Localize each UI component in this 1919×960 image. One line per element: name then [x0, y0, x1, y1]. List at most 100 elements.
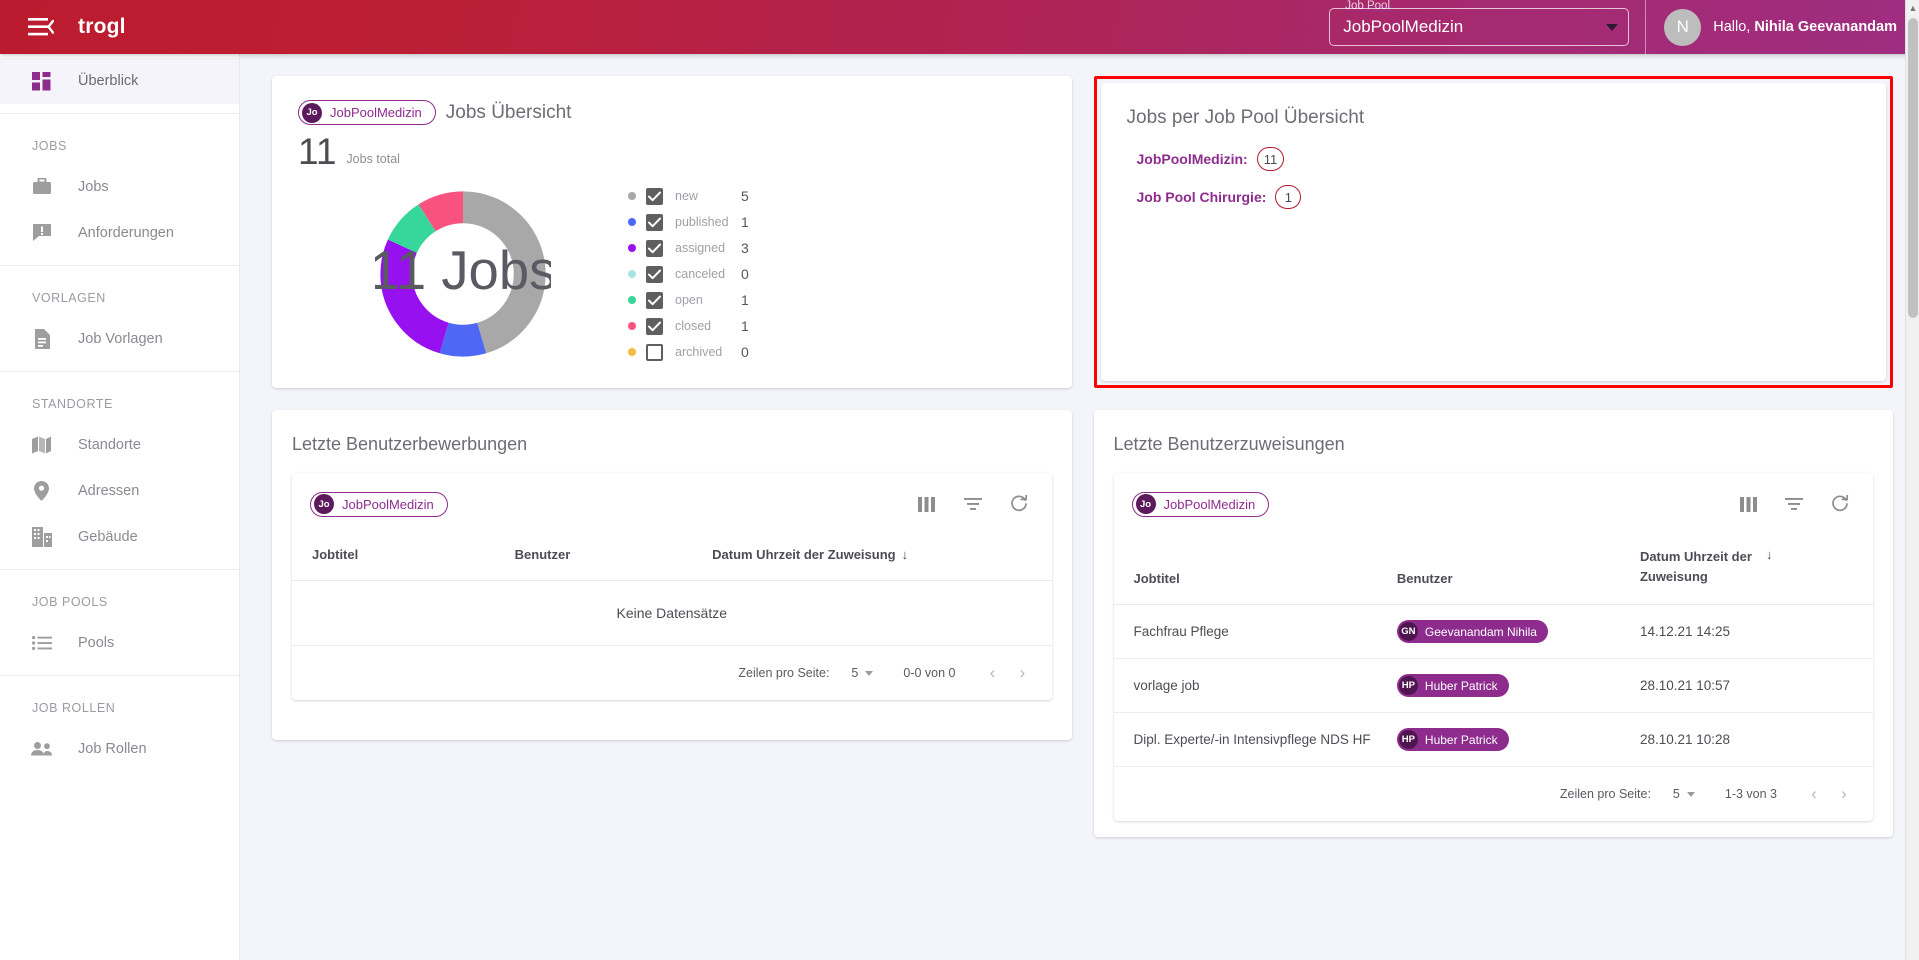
columns-icon[interactable] — [1731, 487, 1765, 521]
chip-avatar: HP — [1398, 730, 1418, 749]
jobs-total-label: Jobs total — [346, 152, 400, 166]
legend-checkbox[interactable] — [646, 265, 663, 283]
table-row[interactable]: Fachfrau Pflege GN Geevanandam Nihila 14.12… — [1113, 604, 1873, 659]
job-pool-chip[interactable]: Jo JobPoolMedizin — [1131, 491, 1270, 517]
chip-label: JobPoolMedizin — [342, 496, 434, 512]
column-header-jobtitel[interactable]: Jobtitel — [1113, 533, 1387, 605]
legend-item-closed[interactable]: closed 1 — [628, 317, 749, 335]
legend-checkbox[interactable] — [646, 239, 663, 257]
scrollbar-thumb[interactable] — [1908, 18, 1918, 318]
legend-label: closed — [675, 319, 712, 333]
job-pool-chip[interactable]: Jo JobPoolMedizin — [298, 100, 436, 125]
sidebar-item-job-vorlagen[interactable]: Job Vorlagen — [0, 316, 239, 362]
applications-table-card: Jo JobPoolMedizin Jobtitel Benutzer Datu… — [292, 473, 1052, 700]
legend-value: 1 — [741, 292, 749, 308]
cell-benutzer: HP Huber Patrick — [1386, 658, 1630, 713]
chevron-right-icon[interactable]: › — [1008, 658, 1038, 688]
column-header-benutzer[interactable]: Benutzer — [1386, 533, 1630, 605]
applications-toolbar: Jo JobPoolMedizin — [292, 473, 1052, 533]
rows-per-page-select[interactable]: 5 — [851, 666, 874, 680]
rows-per-page-value: 5 — [1672, 787, 1680, 801]
pagination-range: 0-0 von 0 — [903, 666, 956, 680]
announcement-icon — [30, 222, 53, 245]
sidebar-item-job-rollen[interactable]: Job Rollen — [0, 726, 239, 772]
people-icon — [30, 738, 53, 761]
refresh-icon[interactable] — [1002, 487, 1036, 521]
hamburger-collapse-icon[interactable] — [18, 4, 64, 50]
sidebar-item-standorte[interactable]: Standorte — [0, 422, 239, 468]
sidebar-item-uberblick[interactable]: Überblick — [0, 58, 239, 104]
legend-color-dot — [628, 192, 636, 200]
sidebar-divider — [0, 265, 239, 266]
user-menu[interactable]: N Hallo, Nihila Geevanandam — [1646, 8, 1919, 46]
scroll-up-icon[interactable]: ▲ — [1906, 0, 1919, 16]
column-header-datum[interactable]: Datum Uhrzeit der Zuweisung ↓ — [1629, 533, 1873, 605]
chip-label: Huber Patrick — [1424, 678, 1498, 693]
sidebar-item-gebaude[interactable]: Gebäude — [0, 514, 239, 560]
sidebar-divider — [0, 675, 239, 676]
table-header-row: Jobtitel Benutzer Datum Uhrzeit der Zuwe… — [292, 533, 1052, 581]
assignments-pager: Zeilen pro Seite: 5 1-3 von 3 ‹ › — [1114, 767, 1874, 821]
donut-chart: 11 Jobs — [298, 186, 628, 362]
legend-checkbox[interactable] — [646, 343, 663, 361]
chevron-left-icon[interactable]: ‹ — [1799, 779, 1829, 809]
chevron-left-icon[interactable]: ‹ — [978, 658, 1008, 688]
job-pool-select[interactable]: Job Pool JobPoolMedizin — [1329, 0, 1630, 46]
legend-color-dot — [628, 322, 636, 330]
page-scrollbar[interactable]: ▲ — [1905, 0, 1919, 960]
jobs-total: 11 Jobs total — [298, 133, 1046, 170]
filter-icon[interactable] — [1777, 487, 1811, 521]
applications-pager: Zeilen pro Seite: 5 0-0 von 0 ‹ › — [292, 646, 1052, 700]
sidebar-group-standorte: STANDORTE — [32, 397, 113, 411]
chip-avatar: Jo — [302, 102, 322, 123]
column-header-jobtitel[interactable]: Jobtitel — [292, 533, 505, 581]
highlight-annotation-box: Jobs per Job Pool Übersicht JobPoolMediz… — [1093, 76, 1893, 388]
assignments-table-card: Jo JobPoolMedizin Jobtitel Benutzer Datu… — [1113, 473, 1874, 821]
user-chip[interactable]: HP Huber Patrick — [1396, 674, 1509, 697]
pool-count-badge: 1 — [1275, 185, 1302, 209]
jobs-per-pool-card: Jobs per Job Pool Übersicht JobPoolMediz… — [1100, 83, 1886, 381]
chip-label: JobPoolMedizin — [330, 105, 422, 120]
dashboard-icon — [30, 70, 53, 93]
page-title: Jobs Übersicht — [445, 101, 572, 123]
legend-color-dot — [628, 296, 636, 304]
job-pool-chip[interactable]: Jo JobPoolMedizin — [310, 491, 448, 517]
legend-item-archived[interactable]: archived 0 — [628, 343, 749, 361]
rows-per-page-select[interactable]: 5 — [1673, 787, 1695, 801]
pool-row: Job Pool Chirurgie: 1 — [1137, 185, 1861, 209]
legend-checkbox[interactable] — [646, 291, 663, 309]
sidebar-item-pools[interactable]: Pools — [0, 620, 239, 666]
legend-checkbox[interactable] — [646, 213, 663, 231]
sidebar-group-jobs: JOBS — [32, 139, 67, 153]
greeting-prefix: Hallo, — [1713, 19, 1755, 35]
jobs-overview-card: Jo JobPoolMedizin Jobs Übersicht 11 Jobs… — [272, 76, 1072, 388]
legend-checkbox[interactable] — [646, 317, 663, 335]
chevron-right-icon[interactable]: › — [1829, 779, 1859, 809]
list-icon — [30, 632, 53, 655]
legend-item-published[interactable]: published 1 — [628, 213, 749, 231]
cell-jobtitel: Dipl. Experte/-in Intensivpflege NDS HF — [1113, 712, 1387, 767]
sidebar-item-adressen[interactable]: Adressen — [0, 468, 239, 514]
user-chip[interactable]: GN Geevanandam Nihila — [1396, 620, 1548, 643]
applications-title: Letzte Benutzerbewerbungen — [292, 434, 528, 454]
columns-icon[interactable] — [910, 487, 944, 521]
sidebar-divider — [0, 113, 239, 114]
legend-item-new[interactable]: new 5 — [628, 187, 749, 205]
refresh-icon[interactable] — [1823, 487, 1857, 521]
sort-descending-icon: ↓ — [901, 547, 909, 562]
table-row[interactable]: Dipl. Experte/-in Intensivpflege NDS HF H… — [1113, 712, 1873, 767]
sidebar-item-jobs[interactable]: Jobs — [0, 164, 239, 210]
user-chip[interactable]: HP Huber Patrick — [1396, 728, 1509, 751]
legend-item-assigned[interactable]: assigned 3 — [628, 239, 749, 257]
table-row[interactable]: vorlage job HP Huber Patrick 28.10.21 10:57 — [1113, 658, 1873, 713]
user-greeting: Hallo, Nihila Geevanandam — [1713, 19, 1897, 35]
sidebar-item-anforderungen[interactable]: Anforderungen — [0, 210, 239, 256]
legend-checkbox[interactable] — [646, 187, 663, 205]
legend-item-open[interactable]: open 1 — [628, 291, 749, 309]
legend-item-canceled[interactable]: canceled 0 — [628, 265, 749, 283]
assignments-card: Letzte Benutzerzuweisungen Jo JobPoolMed… — [1093, 410, 1893, 837]
column-header-benutzer[interactable]: Benutzer — [504, 533, 703, 581]
filter-icon[interactable] — [956, 487, 990, 521]
column-header-datum[interactable]: Datum Uhrzeit der Zuweisung ↓ — [702, 533, 1052, 581]
chip-avatar: Jo — [1135, 494, 1156, 514]
